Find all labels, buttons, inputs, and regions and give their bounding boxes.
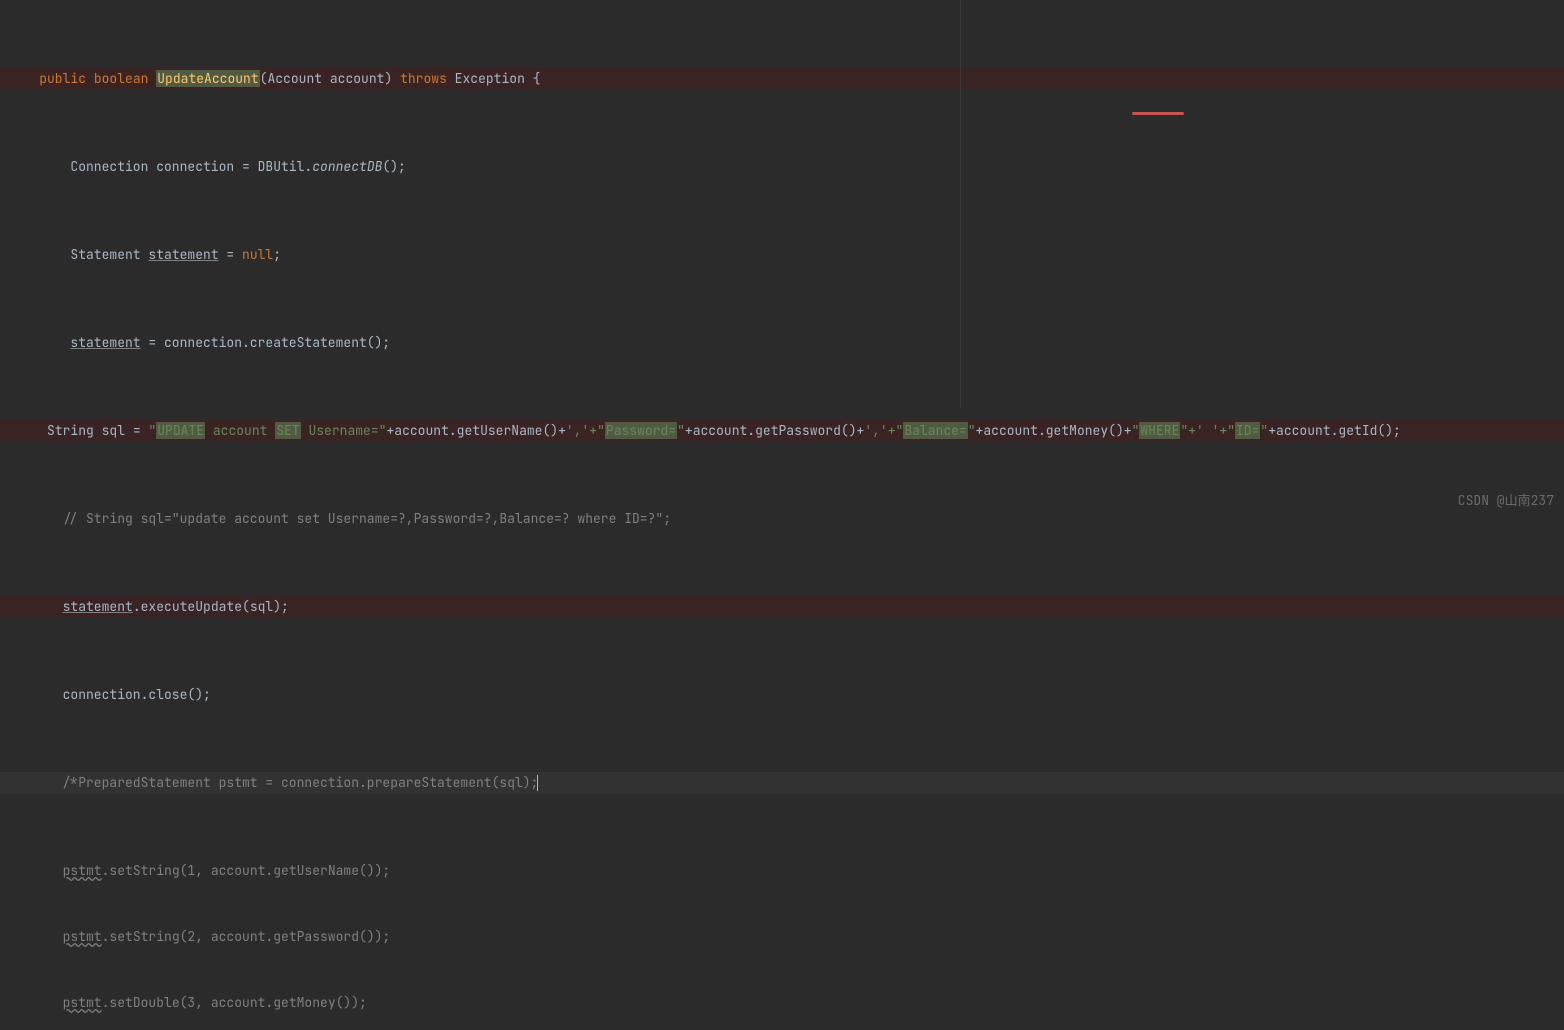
- keyword-throws: throws: [400, 70, 447, 87]
- code-line[interactable]: pstmt.setString(2, account.getPassword()…: [0, 926, 1564, 948]
- var-pstmt: pstmt: [63, 928, 102, 945]
- throws-decl: Exception {: [447, 70, 541, 87]
- block-comment: /*PreparedStatement pstmt = connection.p…: [63, 774, 539, 791]
- code-editor[interactable]: public boolean UpdateAccount(Account acc…: [0, 0, 1564, 1030]
- code-line[interactable]: // String sql="update account set Userna…: [0, 508, 1564, 530]
- comment: // String sql="update account set Userna…: [63, 510, 671, 527]
- right-margin-guide: [960, 0, 961, 408]
- sql-password: Password=: [605, 422, 677, 439]
- indent: [8, 70, 39, 87]
- var-statement: statement: [63, 598, 133, 615]
- watermark: CSDN @山南237: [1458, 490, 1554, 509]
- var-statement: statement: [148, 246, 218, 263]
- code-line[interactable]: Statement statement = null;: [0, 244, 1564, 266]
- method-name: UpdateAccount: [156, 70, 259, 87]
- sql-balance: Balance=: [903, 422, 967, 439]
- code-text: Connection connection = DBUtil.: [70, 158, 312, 175]
- code-line[interactable]: Connection connection = DBUtil.connectDB…: [0, 156, 1564, 178]
- code-line[interactable]: pstmt.setString(1, account.getUserName()…: [0, 860, 1564, 882]
- keyword-boolean: boolean: [94, 70, 149, 87]
- static-method: connectDB: [312, 158, 382, 175]
- keyword-null: null: [242, 246, 273, 263]
- var-pstmt: pstmt: [63, 862, 102, 879]
- code-line[interactable]: pstmt.setDouble(3, account.getMoney());: [0, 992, 1564, 1014]
- params: (Account account): [260, 70, 400, 87]
- code-line[interactable]: String sql = "UPDATE account SET Usernam…: [0, 420, 1564, 442]
- var-statement: statement: [70, 334, 140, 351]
- sql-id: ID=: [1235, 422, 1260, 439]
- var-pstmt: pstmt: [63, 994, 102, 1011]
- code-line[interactable]: statement = connection.createStatement()…: [0, 332, 1564, 354]
- text-caret: [537, 775, 538, 791]
- error-underline: [1132, 112, 1184, 115]
- code-line[interactable]: connection.close();: [0, 684, 1564, 706]
- sql-update: UPDATE: [156, 422, 205, 439]
- keyword-public: public: [39, 70, 86, 87]
- code-line-caret[interactable]: /*PreparedStatement pstmt = connection.p…: [0, 772, 1564, 794]
- sql-where: WHERE: [1139, 422, 1180, 439]
- sql-set: SET: [275, 422, 300, 439]
- code-line[interactable]: public boolean UpdateAccount(Account acc…: [0, 68, 1564, 90]
- code-line[interactable]: statement.executeUpdate(sql);: [0, 596, 1564, 618]
